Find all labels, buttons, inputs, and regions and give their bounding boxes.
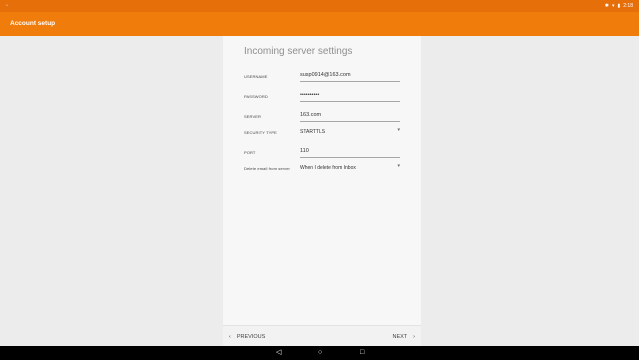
password-row: PASSWORD •••••••••• <box>244 90 402 106</box>
status-time: 2:18 <box>623 3 633 9</box>
port-field[interactable]: 110 <box>300 146 400 158</box>
delete-email-value: When I delete from Inbox <box>300 165 356 171</box>
dropdown-arrow-icon: ▾ <box>397 163 400 169</box>
status-icons: ✱ ▾ ▮ 2:18 <box>605 3 633 9</box>
dropdown-arrow-icon: ▾ <box>397 127 400 133</box>
home-icon[interactable]: ○ <box>318 349 322 356</box>
recents-icon[interactable]: □ <box>360 349 364 356</box>
security-type-select[interactable]: STARTTLS ▾ <box>300 126 400 138</box>
delete-email-row: Delete email from server When I delete f… <box>244 162 402 178</box>
password-label: PASSWORD <box>244 94 268 99</box>
username-row: USERNAME susp0914@163.com <box>244 70 402 86</box>
app-bar: Account setup <box>0 12 639 36</box>
app-title: Account setup <box>10 20 56 27</box>
port-label: PORT <box>244 150 256 155</box>
page-title: Incoming server settings <box>244 46 353 57</box>
wifi-icon: ▾ <box>611 3 615 9</box>
next-button[interactable]: NEXT › <box>392 334 415 340</box>
status-bar: ▫ ✱ ▾ ▮ 2:18 <box>0 0 639 12</box>
back-icon[interactable]: ◁ <box>276 349 281 356</box>
security-type-label: SECURITY TYPE <box>244 130 277 135</box>
server-label: SERVER <box>244 114 261 119</box>
previous-button[interactable]: ‹ PREVIOUS <box>229 334 265 340</box>
next-label: NEXT <box>392 334 408 340</box>
settings-panel: Incoming server settings USERNAME susp09… <box>223 36 421 325</box>
username-label: USERNAME <box>244 74 268 79</box>
security-type-value: STARTTLS <box>300 129 326 135</box>
bluetooth-icon: ✱ <box>604 3 609 9</box>
security-type-row: SECURITY TYPE STARTTLS ▾ <box>244 126 402 142</box>
username-field[interactable]: susp0914@163.com <box>300 70 400 82</box>
server-field[interactable]: 163.com <box>300 110 400 122</box>
previous-label: PREVIOUS <box>236 334 266 340</box>
delete-email-label: Delete email from server <box>244 166 290 171</box>
chevron-left-icon: ‹ <box>229 334 231 340</box>
password-field[interactable]: •••••••••• <box>300 90 400 102</box>
chevron-right-icon: › <box>413 334 415 340</box>
delete-email-select[interactable]: When I delete from Inbox ▾ <box>300 162 400 174</box>
battery-icon: ▮ <box>617 3 621 9</box>
port-row: PORT 110 <box>244 146 402 162</box>
footer-bar: ‹ PREVIOUS NEXT › <box>223 325 421 347</box>
notification-icon: ▫ <box>6 3 8 9</box>
navigation-bar: ◁ ○ □ <box>0 346 639 360</box>
server-row: SERVER 163.com <box>244 110 402 126</box>
